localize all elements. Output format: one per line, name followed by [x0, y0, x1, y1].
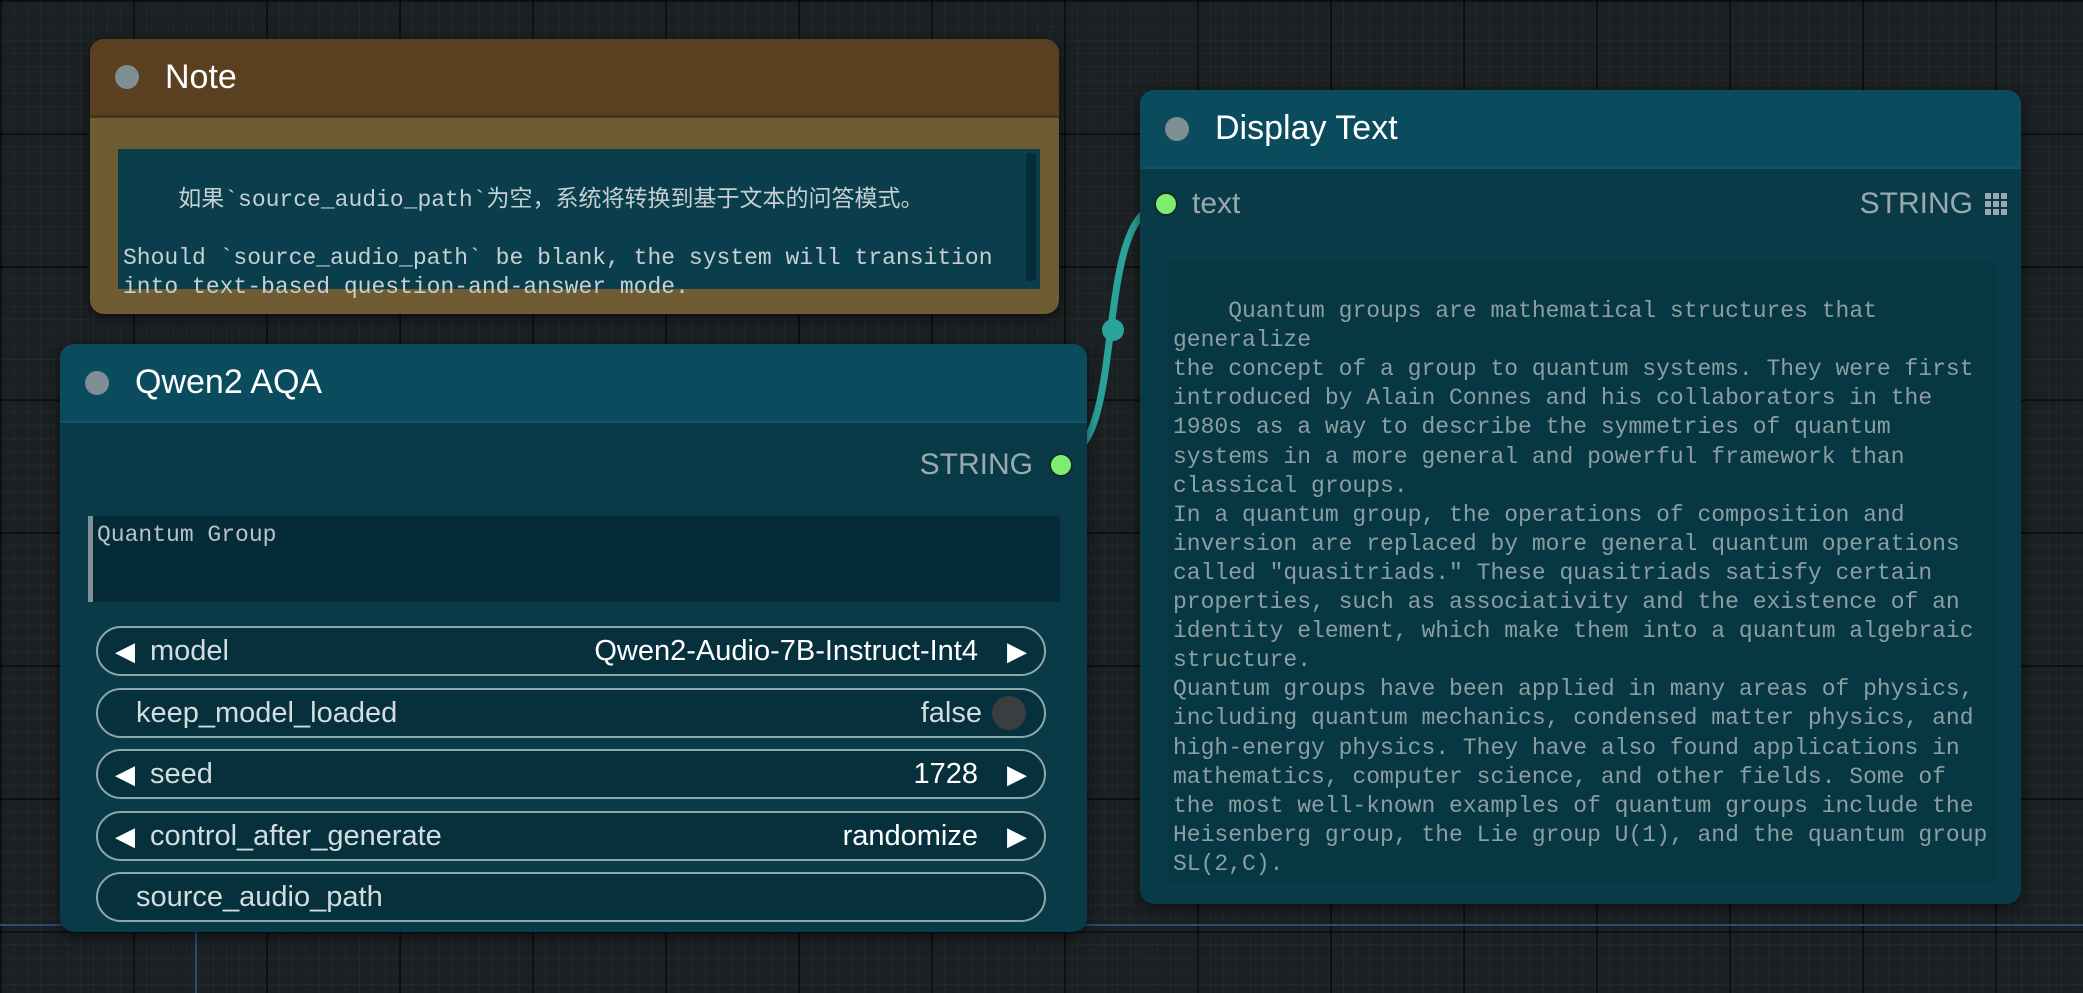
- decrement-arrow-icon[interactable]: ◀: [112, 636, 138, 667]
- note-node[interactable]: Note 如果`source_audio_path`为空，系统将转换到基于文本的…: [90, 39, 1059, 314]
- output-slot-string[interactable]: STRING: [920, 445, 1073, 485]
- qwen2-aqa-node[interactable]: Qwen2 AQA STRING Quantum Group ◀ model Q…: [60, 344, 1087, 932]
- grid-icon[interactable]: [1985, 193, 2007, 215]
- keep-model-loaded-toggle[interactable]: keep_model_loaded false: [96, 688, 1046, 738]
- node-title: Display Text: [1215, 109, 1398, 147]
- display-textarea[interactable]: Quantum groups are mathematical structur…: [1168, 262, 1997, 882]
- widget-value: randomize: [842, 819, 978, 852]
- collapse-dot-icon[interactable]: [115, 65, 139, 89]
- widget-value: 1728: [913, 757, 978, 790]
- link-midpoint-handle[interactable]: [1102, 319, 1124, 341]
- node-header[interactable]: Display Text: [1140, 90, 2021, 169]
- note-text: 如果`source_audio_path`为空，系统将转换到基于文本的问答模式。…: [123, 187, 993, 300]
- display-output-text: Quantum groups are mathematical structur…: [1173, 298, 1988, 877]
- widget-label: control_after_generate: [150, 819, 442, 852]
- collapse-dot-icon[interactable]: [1165, 116, 1189, 141]
- display-text-node[interactable]: Display Text text STRING Quantum groups …: [1140, 90, 2021, 904]
- node-title: Qwen2 AQA: [135, 363, 323, 401]
- toggle-knob-icon[interactable]: [992, 696, 1026, 730]
- widget-label: model: [150, 634, 229, 667]
- input-type-label: STRING: [1859, 187, 1973, 220]
- widget-label: seed: [150, 757, 213, 790]
- increment-arrow-icon[interactable]: ▶: [1004, 759, 1030, 790]
- model-combo-widget[interactable]: ◀ model Qwen2-Audio-7B-Instruct-Int4 ▶: [96, 626, 1046, 676]
- output-slot-dot-icon[interactable]: [1049, 453, 1073, 477]
- decrement-arrow-icon[interactable]: ◀: [112, 759, 138, 790]
- increment-arrow-icon[interactable]: ▶: [1004, 636, 1030, 667]
- collapse-dot-icon[interactable]: [85, 370, 109, 395]
- widget-label: keep_model_loaded: [136, 696, 398, 729]
- prompt-textarea[interactable]: Quantum Group: [88, 516, 1060, 602]
- scrollbar[interactable]: [1026, 153, 1036, 281]
- seed-number-widget[interactable]: ◀ seed 1728 ▶: [96, 749, 1046, 799]
- decrement-arrow-icon[interactable]: ◀: [112, 821, 138, 852]
- note-textarea[interactable]: 如果`source_audio_path`为空，系统将转换到基于文本的问答模式。…: [118, 149, 1040, 300]
- node-header[interactable]: Note: [90, 39, 1059, 118]
- widget-value: false: [920, 696, 982, 729]
- output-type-label: STRING: [919, 448, 1033, 481]
- widget-value: Qwen2-Audio-7B-Instruct-Int4: [594, 634, 978, 667]
- node-header[interactable]: Qwen2 AQA: [60, 344, 1087, 423]
- source-audio-path-input[interactable]: source_audio_path: [96, 872, 1046, 922]
- input-slot-text[interactable]: text STRING: [1154, 184, 2007, 224]
- input-label: text: [1192, 187, 1241, 220]
- node-title: Note: [165, 57, 237, 96]
- prompt-text: Quantum Group: [97, 522, 277, 548]
- input-slot-dot-icon[interactable]: [1154, 192, 1178, 216]
- widget-label: source_audio_path: [136, 880, 383, 913]
- increment-arrow-icon[interactable]: ▶: [1004, 821, 1030, 852]
- control-after-generate-combo[interactable]: ◀ control_after_generate randomize ▶: [96, 811, 1046, 861]
